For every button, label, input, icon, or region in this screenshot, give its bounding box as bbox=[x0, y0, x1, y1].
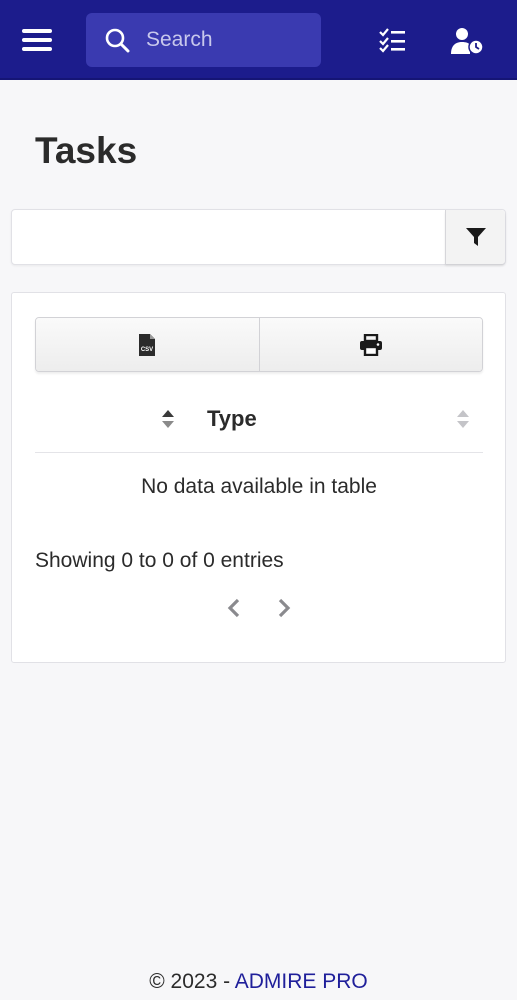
copyright-text: © 2023 - bbox=[149, 970, 235, 993]
sort-icon[interactable] bbox=[456, 408, 470, 430]
column-header-type[interactable]: Type bbox=[207, 406, 257, 432]
table-info-text: Showing 0 to 0 of 0 entries bbox=[35, 549, 284, 572]
search-box bbox=[86, 13, 321, 67]
footer: © 2023 - ADMIRE PRO bbox=[0, 970, 517, 994]
filter-bar bbox=[11, 209, 506, 265]
chevron-left-icon[interactable] bbox=[225, 597, 243, 619]
chevron-right-icon[interactable] bbox=[275, 597, 293, 619]
filter-icon bbox=[465, 228, 486, 246]
sort-icon[interactable] bbox=[161, 408, 175, 430]
printer-icon bbox=[359, 333, 382, 356]
export-button-group: CSV bbox=[35, 317, 483, 372]
csv-icon-label: CSV bbox=[141, 347, 153, 353]
empty-table-message: No data available in table bbox=[141, 475, 377, 498]
search-icon[interactable] bbox=[104, 27, 130, 53]
hamburger-menu-icon[interactable] bbox=[22, 27, 52, 53]
task-list-icon[interactable] bbox=[378, 27, 406, 53]
csv-file-icon: CSV bbox=[139, 333, 156, 356]
export-csv-button[interactable]: CSV bbox=[36, 318, 259, 371]
print-button[interactable] bbox=[258, 318, 482, 371]
filter-button[interactable] bbox=[445, 210, 505, 264]
user-clock-icon[interactable] bbox=[450, 27, 484, 55]
brand-link[interactable]: ADMIRE PRO bbox=[235, 970, 368, 993]
search-input[interactable] bbox=[146, 25, 311, 55]
page-title: Tasks bbox=[35, 130, 138, 171]
data-table-card: CSV Type No data available in table Show… bbox=[11, 292, 506, 663]
filter-input[interactable] bbox=[12, 210, 446, 264]
top-navbar bbox=[0, 0, 517, 80]
table-header-row: Type bbox=[35, 393, 483, 453]
